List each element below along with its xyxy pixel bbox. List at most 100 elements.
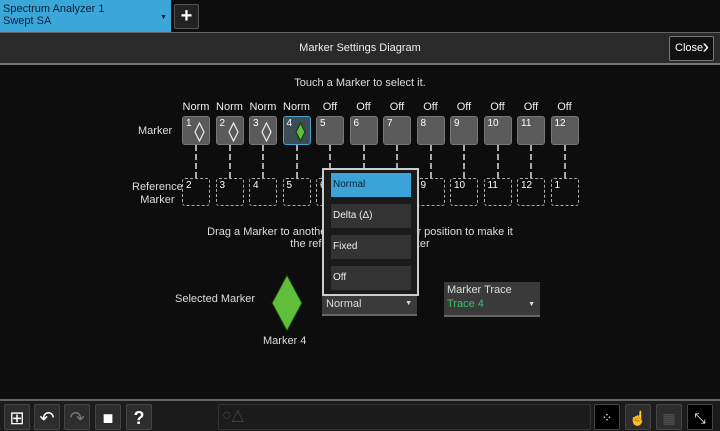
marker-mode-label: Norm xyxy=(283,101,310,113)
reference-marker-slot[interactable]: 1 xyxy=(550,178,579,206)
marker-number: 10 xyxy=(487,118,499,129)
marker-number: 11 xyxy=(521,118,532,129)
help-icon[interactable]: ? xyxy=(126,404,152,430)
marker-trace-label: Marker Trace xyxy=(447,284,512,296)
folder-icon[interactable]: ■ xyxy=(95,404,121,430)
annotation-area[interactable]: ○△ xyxy=(218,404,591,430)
close-label: Close xyxy=(675,42,704,54)
reference-marker-slot[interactable]: 5 xyxy=(282,178,311,206)
marker-mode-label: Off xyxy=(490,101,505,113)
option-fixed[interactable]: Fixed xyxy=(331,235,411,259)
marker-button[interactable]: 9 xyxy=(450,116,478,145)
reference-number: 11 xyxy=(487,180,498,191)
instruction-text: Touch a Marker to select it. xyxy=(294,77,426,89)
close-button[interactable]: Close › xyxy=(669,36,714,61)
marker-number: 12 xyxy=(554,118,566,129)
windows-start-icon[interactable]: ⊞ xyxy=(4,404,30,430)
reference-number: 5 xyxy=(286,180,293,191)
marker-button[interactable]: 10 xyxy=(483,116,512,145)
dropdown-arrow-icon: ▼ xyxy=(528,301,535,308)
marker-button[interactable]: 7 xyxy=(383,116,411,145)
touch-window-icon[interactable]: ☝ xyxy=(625,404,651,430)
tab-title: Spectrum Analyzer 1 xyxy=(3,3,105,15)
connector-line xyxy=(563,145,566,178)
reference-marker-slot[interactable]: 9 xyxy=(416,178,445,206)
marker-mode-label: Norm xyxy=(182,101,210,113)
collapse-icon[interactable]: ⤡ xyxy=(687,404,713,430)
reference-number: 2 xyxy=(186,180,192,191)
undo-icon[interactable]: ↶ xyxy=(34,404,60,430)
marker-number: 3 xyxy=(253,118,259,129)
marker-button[interactable]: 5 xyxy=(316,116,344,145)
reference-marker-slot[interactable]: 4 xyxy=(249,178,277,206)
instrument-tab[interactable]: Spectrum Analyzer 1 Swept SA ▼ xyxy=(0,0,171,32)
marker-button[interactable]: 4 xyxy=(282,116,311,145)
marker-mode-select[interactable]: Normal ▼ xyxy=(322,294,417,316)
marker-mode-label: Off xyxy=(523,101,539,113)
redo-icon[interactable]: ↷ xyxy=(64,404,90,430)
reference-marker-slot[interactable]: 12 xyxy=(517,178,545,206)
option-delta[interactable]: Delta (Δ) xyxy=(331,204,411,228)
mode-dropdown-menu: Normal Delta (Δ) Fixed Off xyxy=(322,168,419,296)
add-tab-button[interactable]: + xyxy=(174,4,199,29)
grid-icon[interactable]: ▦ xyxy=(656,404,682,430)
marker-mode-label: Norm xyxy=(249,101,277,113)
connector-line xyxy=(262,145,264,178)
dropdown-arrow-icon: ▼ xyxy=(405,300,412,307)
marker-number: 2 xyxy=(219,118,226,129)
marker-number: 8 xyxy=(420,118,427,129)
marker-diamond-icon xyxy=(261,122,272,142)
reference-number: 12 xyxy=(521,180,533,191)
marker-number: 9 xyxy=(454,118,460,129)
reference-marker-slot[interactable]: 3 xyxy=(215,178,244,206)
marker-button[interactable]: 11 xyxy=(517,116,545,145)
marker-mode-label: Off xyxy=(356,101,371,113)
marker-number: 7 xyxy=(387,118,393,129)
tab-subtitle: Swept SA xyxy=(3,15,52,27)
marker-diamond-icon xyxy=(227,122,239,142)
marker-number: 1 xyxy=(186,118,192,129)
connector-line xyxy=(463,145,465,178)
selected-marker-diamond-icon[interactable] xyxy=(271,274,303,332)
reference-marker-slot[interactable]: 11 xyxy=(483,178,512,206)
marker-mode-label: Norm xyxy=(216,101,243,113)
marker-trace-select[interactable]: Marker Trace Trace 4 ▼ xyxy=(444,282,540,317)
connector-line xyxy=(496,145,499,178)
option-normal[interactable]: Normal xyxy=(331,173,411,197)
marker-button[interactable]: 12 xyxy=(550,116,579,145)
marker-number: 5 xyxy=(320,118,326,129)
marker-button[interactable]: 6 xyxy=(349,116,378,145)
reference-row-label: Reference Marker xyxy=(132,181,183,206)
marker-button[interactable]: 8 xyxy=(416,116,445,145)
marker-trace-value: Trace 4 xyxy=(447,298,484,310)
marker-button[interactable]: 3 xyxy=(249,116,277,145)
title-bar: Marker Settings Diagram Close › xyxy=(0,32,720,65)
marker-button[interactable]: 2 xyxy=(215,116,244,145)
connector-line xyxy=(530,145,532,178)
page-title: Marker Settings Diagram xyxy=(299,42,421,54)
marker-mode-label: Off xyxy=(557,101,572,113)
marker-diamond-icon xyxy=(294,122,306,142)
reference-number: 4 xyxy=(253,180,259,191)
connector-line xyxy=(195,145,197,178)
reference-number: 1 xyxy=(554,180,561,191)
reference-number: 10 xyxy=(454,180,466,191)
marker-mode-label: Off xyxy=(389,101,405,113)
selected-marker-name: Marker 4 xyxy=(263,335,307,347)
selected-marker-label: Selected Marker xyxy=(175,293,256,305)
marker-mode-label: Off xyxy=(322,101,338,113)
reference-marker-slot[interactable]: 10 xyxy=(450,178,478,206)
marker-mode-label: Off xyxy=(456,101,472,113)
marker-number: 4 xyxy=(286,118,293,129)
marker-diamond-icon xyxy=(194,122,205,142)
reference-number: 3 xyxy=(219,180,226,191)
marker-mode-label: Off xyxy=(423,101,438,113)
reference-marker-slot[interactable]: 2 xyxy=(182,178,210,206)
marker-button[interactable]: 1 xyxy=(182,116,210,145)
marker-number: 6 xyxy=(353,118,360,129)
dropdown-arrow-icon: ▼ xyxy=(160,14,167,21)
layout-icon[interactable]: ⁘ xyxy=(594,404,620,430)
option-off[interactable]: Off xyxy=(331,266,411,290)
connector-line xyxy=(295,145,298,178)
mode-select-value: Normal xyxy=(326,298,362,310)
